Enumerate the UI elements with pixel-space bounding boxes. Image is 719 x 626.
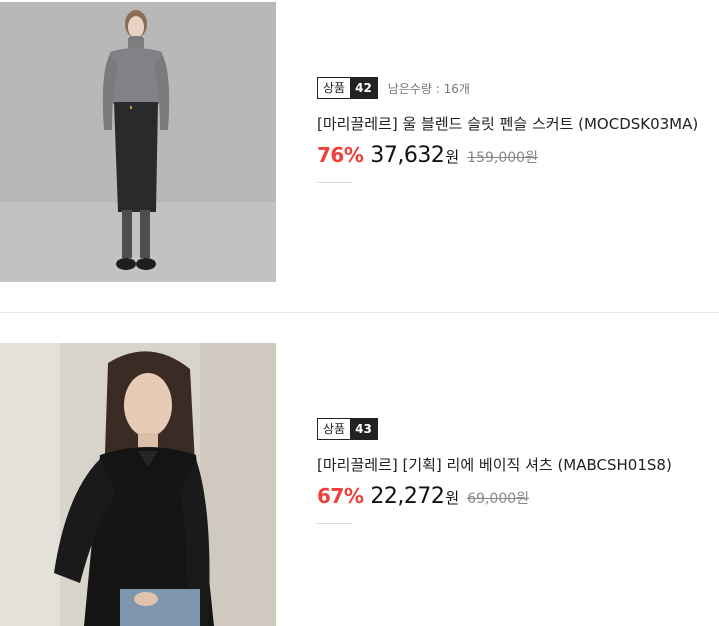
discount-rate: 67% (317, 484, 364, 508)
sale-price: 22,272 (370, 484, 445, 509)
product-photo-shirt (0, 343, 276, 626)
original-price: 69,000원 (467, 491, 530, 507)
product-image[interactable] (0, 2, 276, 282)
divider (317, 523, 353, 524)
badge-row: 상품 42 남은수량 : 16개 (317, 76, 698, 100)
original-price: 159,000원 (467, 150, 538, 166)
stock-remaining: 남은수량 : 16개 (387, 81, 470, 96)
price-row: 67% 22,272 원 69,000원 (317, 484, 672, 509)
product-info: 상품 42 남은수량 : 16개 [마리끌레르] 울 블렌드 슬릿 펜슬 스커트… (317, 76, 698, 183)
product-badge: 상품 43 (317, 418, 378, 440)
product-image[interactable] (0, 343, 276, 626)
badge-row: 상품 43 (317, 417, 672, 441)
sale-price: 37,632 (370, 143, 445, 168)
badge-label: 상품 (318, 78, 351, 98)
price-row: 76% 37,632 원 159,000원 (317, 143, 698, 168)
product-photo-skirt (0, 2, 276, 282)
badge-number: 42 (350, 78, 377, 98)
product-card[interactable]: 상품 42 남은수량 : 16개 [마리끌레르] 울 블렌드 슬릿 펜슬 스커트… (0, 0, 719, 312)
product-info: 상품 43 [마리끌레르] [기획] 리에 베이직 셔츠 (MABCSH01S8… (317, 417, 672, 524)
product-title[interactable]: [마리끌레르] [기획] 리에 베이직 셔츠 (MABCSH01S8) (317, 454, 672, 475)
currency-unit: 원 (445, 489, 460, 507)
divider (317, 182, 353, 183)
badge-label: 상품 (318, 419, 351, 439)
product-title[interactable]: [마리끌레르] 울 블렌드 슬릿 펜슬 스커트 (MOCDSK03MA) (317, 113, 698, 134)
product-card[interactable]: 상품 43 [마리끌레르] [기획] 리에 베이직 셔츠 (MABCSH01S8… (0, 312, 719, 626)
currency-unit: 원 (445, 148, 460, 166)
badge-number: 43 (350, 419, 377, 439)
product-badge: 상품 42 (317, 77, 378, 99)
discount-rate: 76% (317, 143, 364, 167)
